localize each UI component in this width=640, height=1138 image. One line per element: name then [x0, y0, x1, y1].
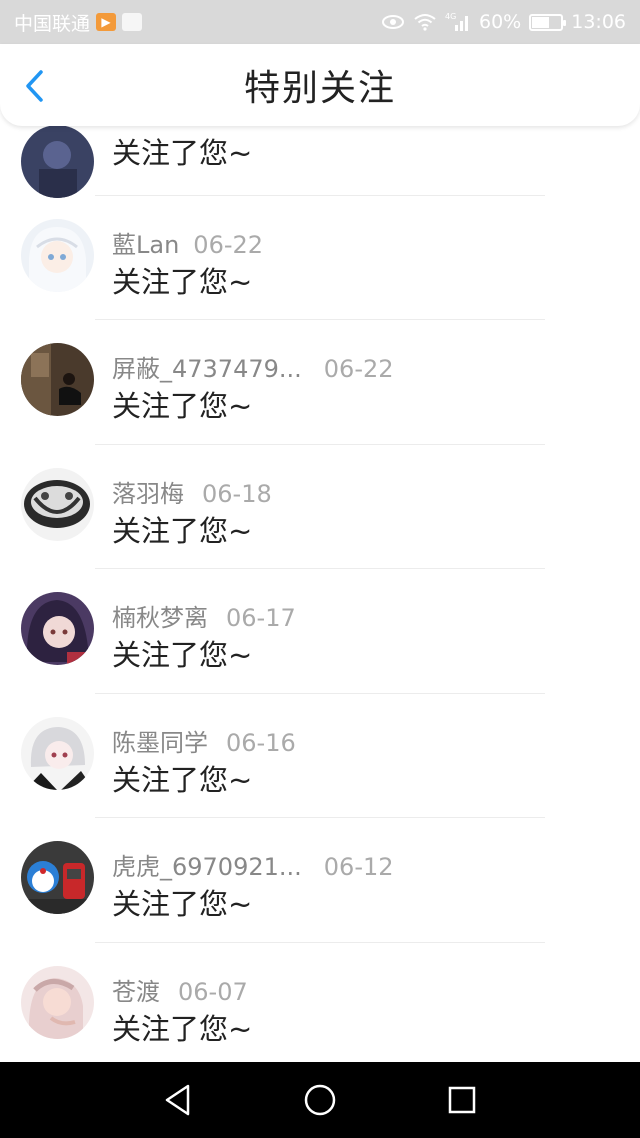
wifi-icon	[413, 13, 437, 31]
clock: 13:06	[571, 11, 626, 33]
triangle-back-icon	[165, 1084, 190, 1116]
user-name-line: 陈墨同学 06-16	[112, 723, 296, 758]
avatar[interactable]	[21, 965, 94, 1039]
user-name-line: 藍Lan 06-22	[112, 225, 263, 260]
divider	[95, 194, 545, 196]
avatar[interactable]	[21, 343, 94, 416]
user-name[interactable]: 藍Lan	[112, 231, 179, 259]
list-item[interactable]: 藍Lan 06-22 关注了您~	[0, 194, 640, 320]
list-item[interactable]: 楠秋梦离 06-17 关注了您~	[0, 568, 640, 693]
user-name-line: 楠秋梦离 06-17	[112, 598, 296, 633]
message-text: 关注了您~	[112, 638, 253, 672]
divider	[95, 568, 545, 569]
carrier-label: 中国联通	[14, 12, 91, 35]
video-app-icon: ▶	[96, 13, 117, 31]
user-name[interactable]: 陈墨同学	[112, 729, 208, 757]
nav-home-button[interactable]	[249, 1062, 391, 1138]
divider	[95, 319, 545, 320]
user-name-line: 屏蔽_4737479... 06-22	[112, 349, 394, 384]
avatar[interactable]	[21, 592, 94, 665]
divider	[95, 817, 545, 818]
user-name-line: 虎虎_6970921... 06-12	[112, 847, 394, 882]
chevron-left-icon	[26, 70, 43, 102]
avatar[interactable]	[21, 218, 94, 292]
circle-home-icon	[304, 1084, 336, 1116]
battery-percent: 60%	[479, 11, 522, 33]
app-header: 特别关注	[0, 44, 640, 126]
follow-date: 06-16	[226, 728, 296, 757]
follow-date: 06-17	[226, 604, 296, 632]
page-title: 特别关注	[243, 68, 396, 109]
system-nav-bar	[0, 1062, 640, 1138]
back-button[interactable]	[14, 66, 54, 106]
follow-date: 06-22	[193, 230, 264, 259]
signal-icon: 4G	[445, 12, 471, 32]
avatar[interactable]	[21, 467, 94, 541]
list-item[interactable]: 苍渡 06-07 关注了您~	[0, 941, 640, 1067]
follow-date: 06-18	[202, 479, 272, 508]
follow-list: 关注了您~ 藍Lan 06-22 关注了您~ 屏蔽_4737479... 06-22…	[0, 70, 640, 1066]
avatar[interactable]	[21, 841, 94, 914]
user-name[interactable]: 虎虎_6970921...	[112, 853, 302, 881]
follow-date: 06-22	[323, 355, 394, 383]
follow-date: 06-12	[323, 853, 394, 881]
status-bar-left: 中国联通 ▶	[14, 9, 143, 36]
message-text: 关注了您~	[112, 264, 253, 299]
list-item[interactable]: 虎虎_6970921... 06-12 关注了您~	[0, 817, 640, 942]
message-text: 关注了您~	[112, 513, 253, 548]
status-bar-right: 4G 60% 13:06	[381, 11, 626, 33]
user-name[interactable]: 楠秋梦离	[112, 604, 208, 632]
user-name-line: 落羽梅 06-18	[112, 474, 272, 509]
screen: 中国联通 ▶ 4G 60% 13:06 特别关注 关注了您~ 藍Lan 06-2…	[0, 0, 640, 1138]
follow-date: 06-07	[178, 977, 248, 1006]
message-text: 关注了您~	[112, 389, 253, 423]
message-text: 关注了您~	[112, 136, 253, 170]
network-type-label: 4G	[445, 12, 456, 21]
battery-icon	[529, 13, 567, 31]
user-name[interactable]: 屏蔽_4737479...	[112, 355, 302, 383]
nav-back-button[interactable]	[107, 1062, 249, 1138]
eye-icon	[381, 14, 405, 30]
list-item[interactable]: 屏蔽_4737479... 06-22 关注了您~	[0, 319, 640, 444]
list-item[interactable]: 落羽梅 06-18 关注了您~	[0, 443, 640, 569]
divider	[95, 941, 545, 943]
user-name-line: 苍渡 06-07	[112, 972, 248, 1007]
nav-recents-button[interactable]	[391, 1062, 533, 1138]
app-icon	[122, 13, 143, 31]
divider	[95, 692, 545, 694]
message-text: 关注了您~	[112, 1011, 253, 1046]
user-name[interactable]: 苍渡	[112, 978, 160, 1006]
avatar[interactable]	[21, 125, 94, 198]
divider	[95, 443, 545, 445]
avatar[interactable]	[21, 716, 94, 790]
battery-fill	[532, 16, 550, 28]
list-item[interactable]: 陈墨同学 06-16 关注了您~	[0, 692, 640, 818]
status-bar: 中国联通 ▶ 4G 60% 13:06	[0, 0, 640, 44]
message-text: 关注了您~	[112, 762, 253, 797]
message-text: 关注了您~	[112, 887, 253, 921]
square-recents-icon	[448, 1086, 476, 1114]
user-name[interactable]: 落羽梅	[112, 480, 184, 508]
